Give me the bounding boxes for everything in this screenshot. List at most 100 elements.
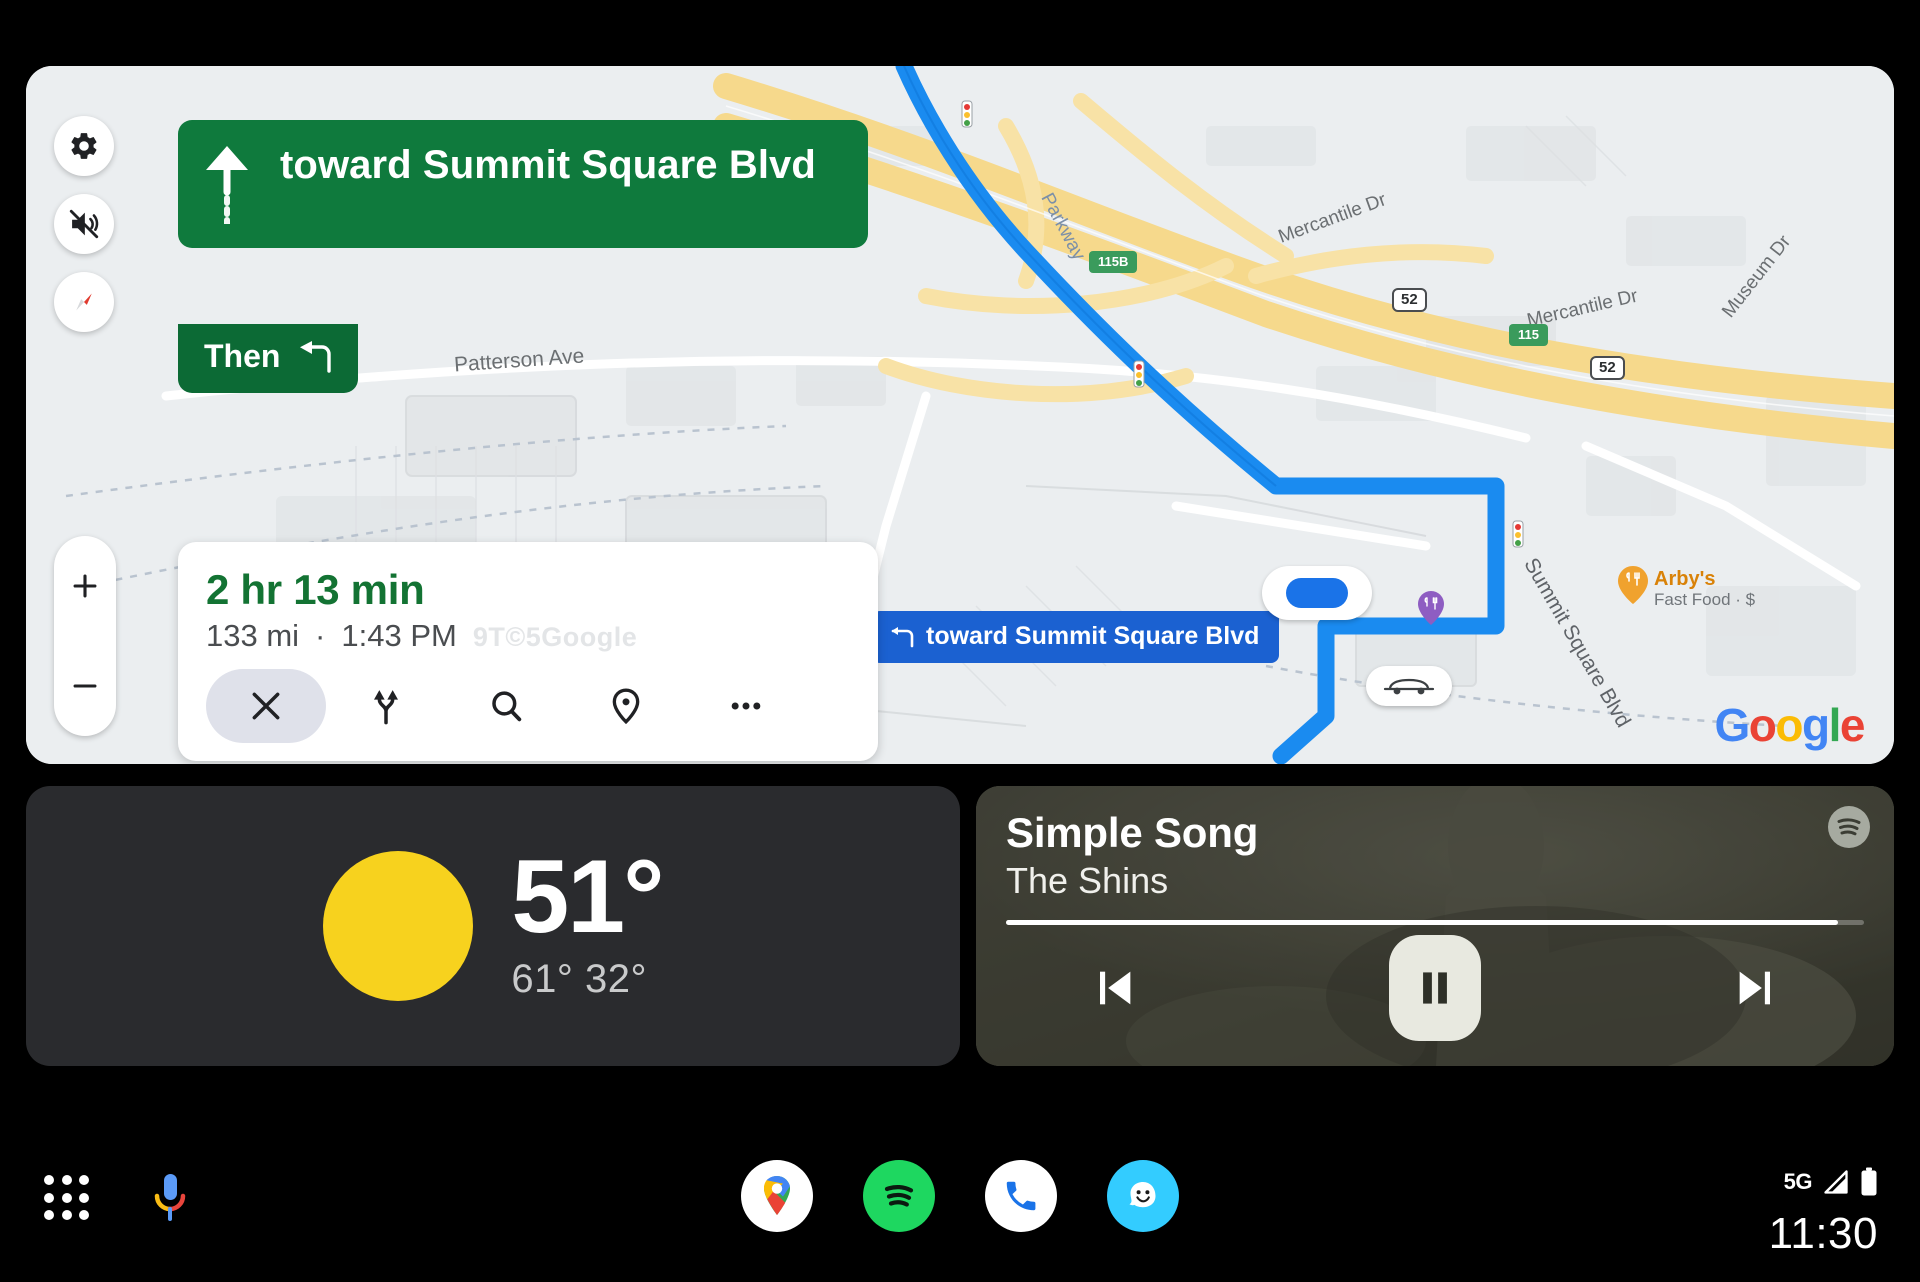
gear-icon [71,133,97,159]
map-route-shield: 52 [1392,288,1427,312]
map-poi-pin-icon[interactable] [1418,591,1444,625]
weather-current-temp: 51° [511,839,664,955]
eta-action-row [206,669,850,743]
system-bottom-bar: 5G 11:30 [0,1066,1920,1282]
poi-name: Arby's [1654,568,1716,590]
waze-icon [1129,1182,1156,1208]
maneuver-instruction: toward Summit Square Blvd [280,143,816,187]
compass-icon [76,293,92,311]
weather-high-low: 61° 32° [511,953,647,1005]
app-grid-icon[interactable] [44,1175,90,1221]
skip-next-icon [1739,971,1770,1004]
previous-track-button[interactable] [1086,960,1142,1016]
weather-card[interactable]: 51° 61° 32° [26,786,960,1066]
overflow-dots-icon [731,702,761,710]
volume-muted-icon [69,209,99,239]
zoom-in-button[interactable] [54,536,116,636]
spotify-icon [884,1185,914,1207]
zoom-out-button[interactable] [54,636,116,736]
android-auto-screen: Patterson Ave Mercantile Dr Mercantile D… [0,0,1920,1282]
google-attribution: Google [1714,698,1866,752]
more-options-button[interactable] [686,669,806,743]
weather-high: 61° [511,957,574,1001]
weather-low: 32° [584,957,647,1001]
search-icon [492,691,522,722]
plus-icon [73,574,97,598]
maneuver-banner: toward Summit Square Blvd [178,120,868,248]
map-control-rail [54,116,114,332]
car-glyph-icon [1383,678,1435,695]
restaurant-pin-icon [1618,566,1648,604]
network-type-label: 5G [1783,1169,1813,1194]
media-progress-bar[interactable] [1006,920,1864,925]
place-pin-icon [612,688,640,725]
poi-subtitle: Fast Food · $ [1654,590,1756,609]
google-letter: l [1828,699,1842,751]
dock-app-waze[interactable] [1107,1160,1179,1232]
watermark: 9T©5Google [472,622,638,652]
map-exit-shield: 115B [1089,251,1138,273]
minus-icon [73,684,97,688]
turn-left-arrow-icon [891,626,914,647]
map-current-position [1262,566,1372,620]
media-progress-fill [1006,920,1839,925]
google-letter: o [1775,699,1803,751]
media-artist: The Shins [1006,860,1169,901]
next-track-button[interactable] [1728,960,1784,1016]
media-controls [1006,925,1864,1050]
eta-separator: · [315,618,326,653]
sun-icon [323,851,474,1001]
dock-app-google-maps[interactable] [741,1160,813,1232]
weather-temperatures: 51° 61° 32° [511,839,664,1005]
eta-card[interactable]: 2 hr 13 min 133 mi · 1:43 PM 9T©5Google [178,542,878,761]
dock-app-spotify[interactable] [863,1160,935,1232]
pause-icon [1423,971,1447,1004]
compass-button[interactable] [54,272,114,332]
route-fork-icon [374,690,398,725]
map-route-shield: 52 [1590,356,1625,380]
bottom-bar-left [44,1172,188,1224]
google-letter: o [1748,699,1777,751]
search-button[interactable] [446,669,566,743]
eta-distance: 133 mi [206,618,300,653]
eta-details: 133 mi · 1:43 PM 9T©5Google [206,616,850,657]
app-dock [741,1160,1179,1232]
u-turn-left-icon [300,340,332,373]
position-dot [1286,578,1348,608]
close-navigation-button[interactable] [206,669,326,743]
route-callout-text: toward Summit Square Blvd [926,622,1260,650]
show-location-button[interactable] [566,669,686,743]
media-card[interactable]: Simple Song The Shins [976,786,1894,1066]
mute-voice-button[interactable] [54,194,114,254]
google-letter: g [1802,699,1830,751]
status-icons: 5G [1769,1162,1878,1202]
eta-duration: 2 hr 13 min [206,566,425,613]
google-maps-icon [763,1176,790,1215]
signal-bars-icon [1824,1170,1848,1194]
then-label: Then [204,338,281,374]
settings-button[interactable] [54,116,114,176]
navigation-map-card[interactable]: Patterson Ave Mercantile Dr Mercantile D… [26,66,1894,764]
google-letter: G [1714,699,1751,751]
battery-full-icon [1861,1167,1877,1196]
map-poi-arbys[interactable]: Arby's Fast Food · $ [1618,566,1755,610]
next-maneuver-chip: Then [178,324,359,393]
play-pause-button[interactable] [1389,934,1481,1041]
map-exit-shield: 115 [1509,324,1548,346]
skip-previous-icon [1100,971,1131,1004]
straight-arrow-icon [206,146,248,224]
eta-arrival-time: 1:43 PM [341,618,457,653]
google-assistant-mic-icon[interactable] [152,1172,188,1224]
media-title: Simple Song [1006,809,1259,856]
google-letter: e [1839,699,1866,751]
map-zoom-controls [54,536,116,736]
close-icon [252,692,280,720]
status-clock: 11:30 [1768,1209,1878,1258]
dock-app-phone[interactable] [985,1160,1057,1232]
route-direction-callout: toward Summit Square Blvd [872,611,1280,663]
map-vehicle-marker [1366,666,1452,706]
status-area: 5G 11:30 [1769,1162,1878,1260]
phone-icon [1006,1181,1036,1211]
media-content: Simple Song The Shins [976,786,1894,1066]
route-alternatives-button[interactable] [326,669,446,743]
